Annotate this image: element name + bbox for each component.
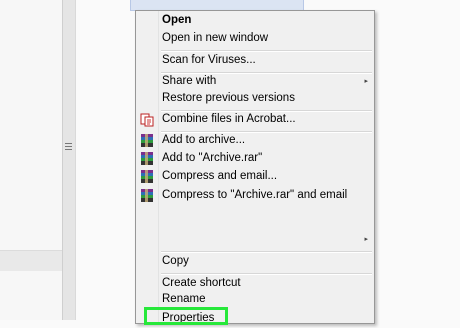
context-menu: Open Open in new window Scan for Viruses… [135,10,375,324]
menu-item-copy[interactable]: Copy [136,252,374,271]
properties-highlight-box [144,307,228,325]
menu-item-open-new-window[interactable]: Open in new window [136,29,374,48]
menu-item-label: Copy [162,255,189,267]
menu-item-label: Open in new window [162,32,269,44]
menu-item-scan-viruses[interactable]: Scan for Viruses... [136,51,374,70]
acrobat-combine-icon [140,112,155,127]
menu-item-label: Combine files in Acrobat... [162,113,296,125]
winrar-icon [140,188,155,203]
menu-item-label: Scan for Viruses... [162,54,256,66]
scrollbar-grip-icon[interactable] [65,143,72,152]
scrollbar[interactable] [62,0,76,320]
winrar-icon [140,169,155,184]
menu-item-add-to-archive-rar[interactable]: Add to "Archive.rar" [136,149,374,168]
winrar-icon [140,133,155,148]
explorer-pane-row [0,250,62,271]
menu-item-label: Compress and email... [162,170,278,182]
submenu-arrow-icon: ▸ [364,236,368,243]
menu-item-compress-archive-email[interactable]: Compress to "Archive.rar" and email [136,186,374,205]
menu-item-label: Open [162,14,192,26]
menu-item-compress-email[interactable]: Compress and email... [136,167,374,186]
menu-item-add-to-archive[interactable]: Add to archive... [136,131,374,150]
menu-item-restore-versions[interactable]: Restore previous versions [136,89,374,108]
menu-item-label: Restore previous versions [162,92,295,104]
menu-item-combine-acrobat[interactable]: Combine files in Acrobat... [136,110,374,129]
explorer-pane-left [0,0,62,320]
menu-item-label: Add to archive... [162,134,246,146]
menu-item-label: Add to "Archive.rar" [162,152,263,164]
menu-item-open[interactable]: Open [136,11,374,30]
winrar-icon [140,151,155,166]
menu-item-send-to[interactable]: ▸ [136,230,374,249]
menu-item-label: Compress to "Archive.rar" and email [162,189,348,201]
